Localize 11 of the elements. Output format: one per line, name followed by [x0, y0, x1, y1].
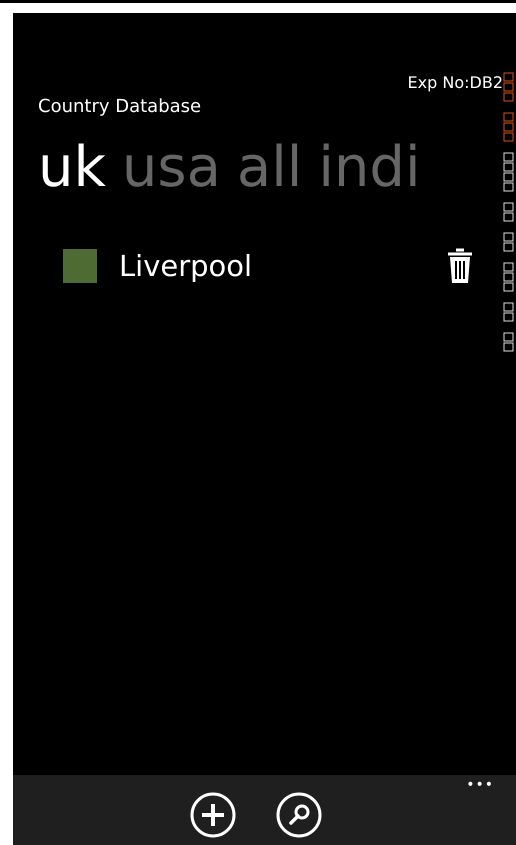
pivot-header[interactable]: all — [236, 133, 302, 203]
more-button[interactable]: ••• — [466, 777, 494, 793]
pivot-header[interactable]: uk — [38, 133, 106, 203]
trash-icon[interactable] — [446, 247, 474, 285]
experiment-label: Exp No:DB2 — [408, 73, 503, 92]
add-button[interactable] — [188, 791, 236, 839]
list-item-label[interactable]: Liverpool — [119, 249, 446, 283]
pivot-header[interactable]: usa — [122, 133, 221, 203]
pivot-header[interactable]: indi — [318, 133, 420, 203]
search-button[interactable] — [274, 791, 322, 839]
app-title: Country Database — [38, 96, 202, 117]
